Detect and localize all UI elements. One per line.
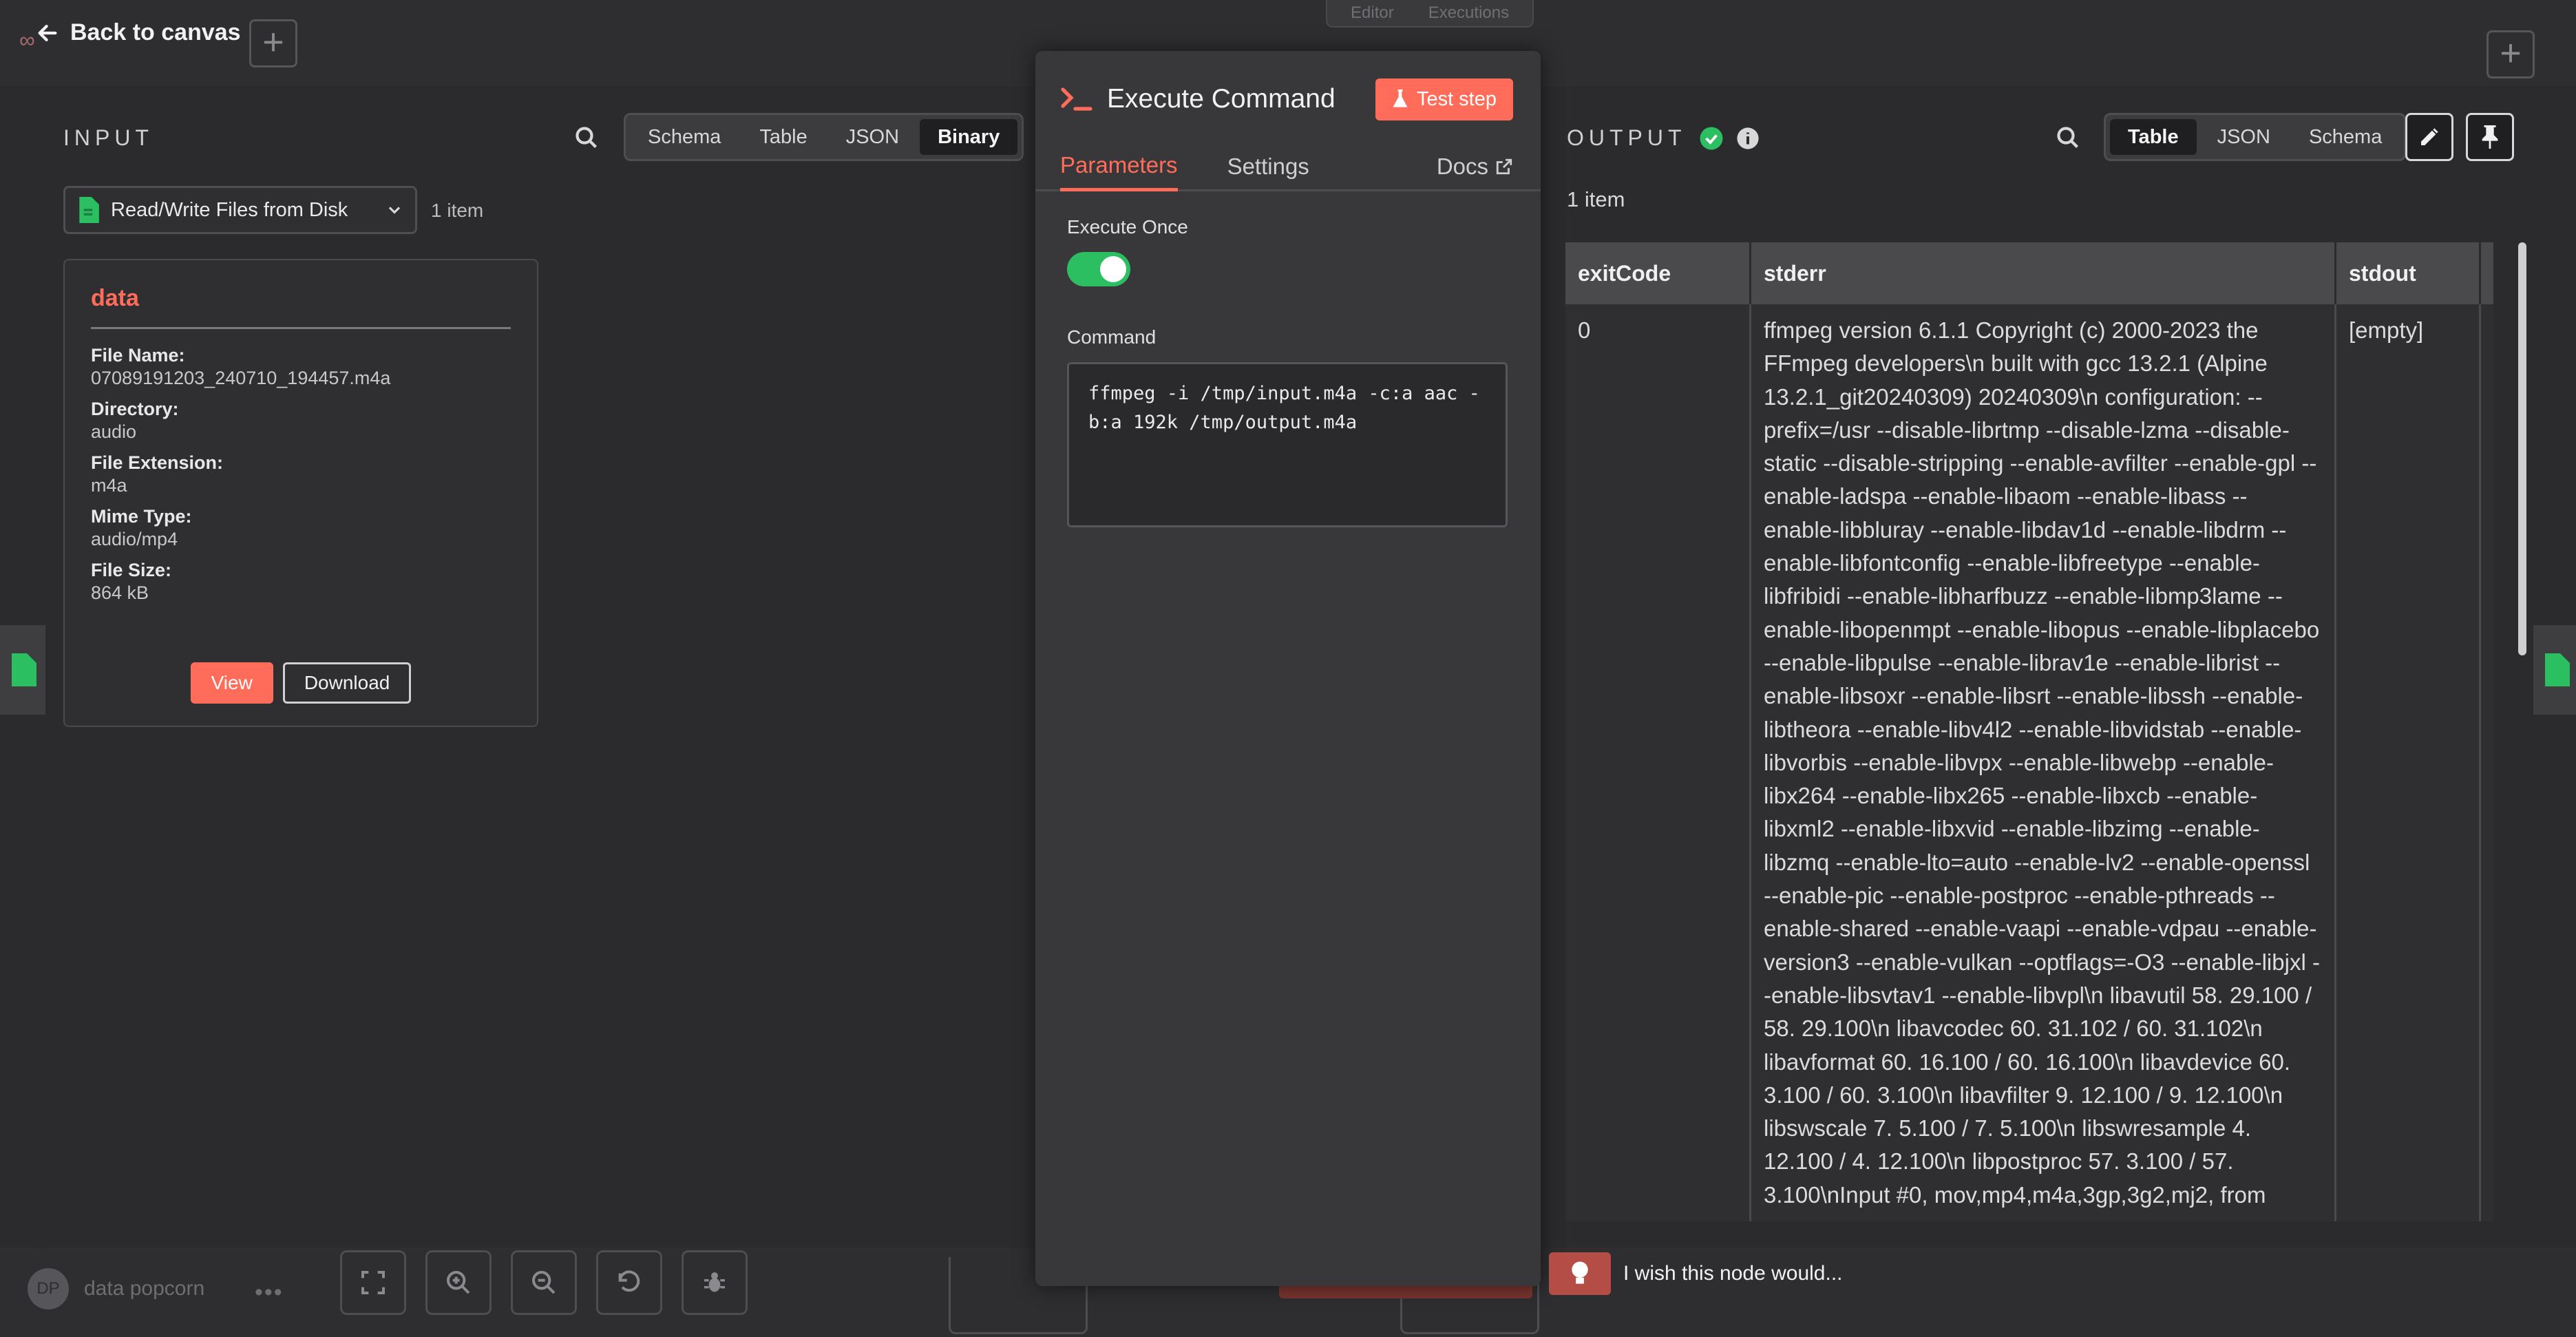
directory-label: Directory: — [91, 399, 179, 419]
binary-key: data — [91, 285, 511, 329]
output-table: exitCode stderr stdout 0 ffmpeg version … — [1565, 242, 2493, 1247]
canvas-tab-switcher: Editor Executions — [1326, 0, 1534, 28]
execute-once-toggle[interactable] — [1067, 252, 1130, 286]
next-node-tab[interactable] — [2533, 625, 2576, 715]
pin-data-button[interactable] — [2466, 113, 2514, 161]
directory-value: audio — [91, 421, 137, 442]
pin-icon — [2482, 125, 2498, 149]
feedback-label: I wish this node would... — [1623, 1262, 1843, 1285]
input-node-name: Read/Write Files from Disk — [111, 198, 348, 221]
tab-executions[interactable]: Executions — [1428, 3, 1509, 23]
output-table-header: exitCode stderr stdout — [1565, 242, 2493, 304]
output-title-group: OUTPUT — [1567, 125, 1760, 151]
bug-icon — [704, 1272, 725, 1292]
input-node-select[interactable]: Read/Write Files from Disk — [63, 186, 417, 234]
add-node-icon[interactable]: + — [249, 19, 297, 67]
output-mode-table[interactable]: Table — [2110, 119, 2197, 155]
file-icon — [12, 653, 36, 686]
file-name-value: 07089191203_240710_194457.m4a — [91, 368, 391, 388]
cell-stderr[interactable]: ffmpeg version 6.1.1 Copyright (c) 2000-… — [1751, 304, 2336, 1222]
zoom-in-icon — [447, 1271, 470, 1294]
flask-icon — [1393, 90, 1408, 107]
app-logo-icon: ∞ — [19, 28, 35, 52]
test-step-label: Test step — [1416, 87, 1497, 110]
input-view-mode-switch: Schema Table JSON Binary — [624, 113, 1024, 161]
cell-exitcode[interactable]: 0 — [1565, 304, 1751, 1222]
info-icon[interactable] — [1736, 127, 1760, 150]
input-item-count: 1 item — [431, 200, 484, 221]
arrow-left-icon — [38, 24, 57, 41]
add-node-right-icon[interactable]: + — [2487, 30, 2535, 78]
input-mode-binary[interactable]: Binary — [920, 119, 1018, 155]
mime-type-value: audio/mp4 — [91, 529, 178, 549]
input-title: INPUT — [63, 125, 154, 150]
avatar: DP — [28, 1268, 69, 1309]
column-header-exitcode[interactable]: exitCode — [1565, 242, 1751, 304]
previous-node-tab[interactable] — [0, 625, 45, 715]
tab-settings[interactable]: Settings — [1227, 154, 1309, 189]
file-size-label: File Size: — [91, 560, 172, 580]
cell-stdout[interactable]: [empty] — [2336, 304, 2481, 1222]
execute-once-label: Execute Once — [1067, 216, 1188, 238]
file-size-value: 864 kB — [91, 582, 149, 603]
user-menu[interactable]: DP data popcorn — [28, 1268, 204, 1309]
input-mode-table[interactable]: Table — [741, 119, 825, 155]
input-mode-json[interactable]: JSON — [828, 119, 917, 155]
zoom-out-icon — [532, 1271, 556, 1294]
zoom-in-button[interactable] — [425, 1250, 492, 1315]
back-to-canvas-label: Back to canvas — [70, 19, 241, 45]
zoom-out-button[interactable] — [511, 1250, 577, 1315]
command-label: Command — [1067, 326, 1157, 348]
chevron-down-icon — [388, 207, 401, 214]
output-search-icon[interactable] — [2056, 125, 2080, 154]
fit-view-icon — [361, 1271, 385, 1294]
search-icon[interactable] — [574, 125, 599, 154]
docs-link[interactable]: Docs — [1437, 154, 1513, 189]
column-header-stderr[interactable]: stderr — [1751, 242, 2336, 304]
file-icon — [79, 197, 99, 223]
test-step-button[interactable]: Test step — [1375, 78, 1513, 120]
output-view-mode-switch: Table JSON Schema — [2104, 113, 2407, 161]
parameters-tabs: Parameters Settings Docs — [1035, 147, 1541, 191]
file-extension-label: File Extension: — [91, 452, 224, 473]
lightbulb-icon — [1549, 1252, 1611, 1295]
output-scrollbar[interactable] — [2518, 242, 2526, 655]
node-name[interactable]: Execute Command — [1107, 84, 1335, 114]
file-extension-value: m4a — [91, 475, 127, 496]
debug-button[interactable] — [682, 1250, 748, 1315]
output-mode-schema[interactable]: Schema — [2291, 119, 2400, 155]
docs-label: Docs — [1436, 154, 1488, 179]
download-button[interactable]: Download — [282, 662, 412, 704]
parameters-panel: Execute Command Test step Parameters Set… — [1035, 51, 1541, 1286]
output-item-count: 1 item — [1567, 187, 1625, 211]
input-mode-schema[interactable]: Schema — [630, 119, 739, 155]
file-icon — [2545, 653, 2570, 686]
tab-parameters[interactable]: Parameters — [1060, 152, 1178, 191]
mime-type-label: Mime Type: — [91, 506, 192, 527]
file-name-label: File Name: — [91, 345, 185, 366]
zoom-to-fit-button[interactable] — [340, 1250, 406, 1315]
edit-output-button[interactable] — [2405, 113, 2453, 161]
node-feedback[interactable]: I wish this node would... — [1549, 1252, 1843, 1295]
output-title: OUTPUT — [1567, 125, 1687, 150]
output-mode-json[interactable]: JSON — [2199, 119, 2288, 155]
tab-editor[interactable]: Editor — [1351, 3, 1394, 23]
more-icon[interactable]: ••• — [255, 1279, 284, 1306]
command-input[interactable]: ffmpeg -i /tmp/input.m4a -c:a aac -b:a 1… — [1067, 362, 1508, 527]
user-name: data popcorn — [84, 1277, 205, 1300]
parameters-header: Execute Command Test step — [1035, 51, 1541, 147]
undo-icon — [618, 1270, 640, 1292]
pencil-icon — [2421, 128, 2438, 145]
table-row: 0 ffmpeg version 6.1.1 Copyright (c) 200… — [1565, 304, 2493, 1222]
terminal-icon — [1061, 87, 1092, 111]
column-header-stdout[interactable]: stdout — [2336, 242, 2481, 304]
back-to-canvas-link[interactable]: Back to canvas — [36, 19, 241, 46]
view-button[interactable]: View — [190, 662, 273, 704]
reset-zoom-button[interactable] — [596, 1250, 662, 1315]
toggle-knob — [1100, 256, 1126, 282]
binary-data-card: data File Name: 07089191203_240710_19445… — [63, 259, 538, 727]
external-link-icon — [1496, 158, 1512, 175]
success-check-icon — [1700, 127, 1723, 149]
